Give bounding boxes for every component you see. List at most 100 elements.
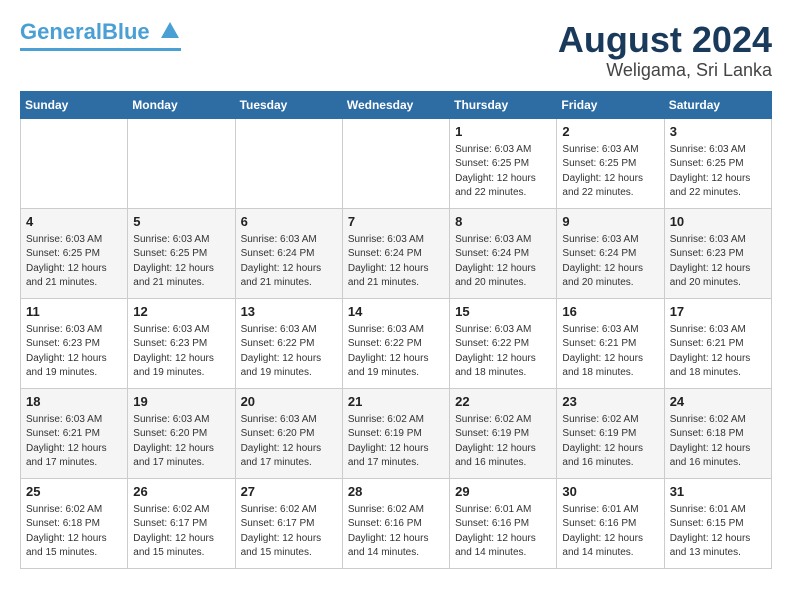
calendar-cell: 30 Sunrise: 6:01 AM Sunset: 6:16 PM Dayli… — [557, 478, 664, 568]
day-number: 19 — [133, 393, 229, 411]
day-number: 18 — [26, 393, 122, 411]
calendar-week-row: 4 Sunrise: 6:03 AM Sunset: 6:25 PM Daylig… — [21, 208, 772, 298]
day-number: 4 — [26, 213, 122, 231]
day-detail: Sunrise: 6:02 AM Sunset: 6:19 PM Dayligh… — [455, 413, 551, 471]
calendar-cell: 23 Sunrise: 6:02 AM Sunset: 6:19 PM Dayli… — [557, 388, 664, 478]
day-detail: Sunrise: 6:03 AM Sunset: 6:22 PM Dayligh… — [455, 323, 551, 381]
calendar-cell: 4 Sunrise: 6:03 AM Sunset: 6:25 PM Daylig… — [21, 208, 128, 298]
day-detail: Sunrise: 6:02 AM Sunset: 6:16 PM Dayligh… — [348, 503, 444, 561]
logo-icon — [159, 20, 181, 46]
day-detail: Sunrise: 6:02 AM Sunset: 6:17 PM Dayligh… — [133, 503, 229, 561]
day-detail: Sunrise: 6:03 AM Sunset: 6:24 PM Dayligh… — [562, 233, 658, 291]
calendar-cell: 11Sunrise: 6:03 AM Sunset: 6:23 PM Dayli… — [21, 298, 128, 388]
weekday-header: Monday — [128, 91, 235, 118]
day-detail: Sunrise: 6:03 AM Sunset: 6:23 PM Dayligh… — [670, 233, 766, 291]
calendar-cell: 25 Sunrise: 6:02 AM Sunset: 6:18 PM Dayli… — [21, 478, 128, 568]
day-detail: Sunrise: 6:03 AM Sunset: 6:24 PM Dayligh… — [241, 233, 337, 291]
calendar-cell — [342, 118, 449, 208]
day-detail: Sunrise: 6:03 AM Sunset: 6:22 PM Dayligh… — [348, 323, 444, 381]
day-number: 30 — [562, 483, 658, 501]
calendar-cell: 24 Sunrise: 6:02 AM Sunset: 6:18 PM Dayli… — [664, 388, 771, 478]
day-number: 8 — [455, 213, 551, 231]
calendar-cell: 10 Sunrise: 6:03 AM Sunset: 6:23 PM Dayli… — [664, 208, 771, 298]
day-number: 20 — [241, 393, 337, 411]
day-detail: Sunrise: 6:03 AM Sunset: 6:20 PM Dayligh… — [241, 413, 337, 471]
day-detail: Sunrise: 6:01 AM Sunset: 6:16 PM Dayligh… — [455, 503, 551, 561]
calendar-cell: 18 Sunrise: 6:03 AM Sunset: 6:21 PM Dayli… — [21, 388, 128, 478]
calendar-week-row: 25 Sunrise: 6:02 AM Sunset: 6:18 PM Dayli… — [21, 478, 772, 568]
calendar-cell: 15 Sunrise: 6:03 AM Sunset: 6:22 PM Dayli… — [450, 298, 557, 388]
day-detail: Sunrise: 6:03 AM Sunset: 6:22 PM Dayligh… — [241, 323, 337, 381]
calendar-cell: 28 Sunrise: 6:02 AM Sunset: 6:16 PM Dayli… — [342, 478, 449, 568]
day-detail: Sunrise: 6:03 AM Sunset: 6:21 PM Dayligh… — [26, 413, 122, 471]
day-detail: Sunrise: 6:01 AM Sunset: 6:16 PM Dayligh… — [562, 503, 658, 561]
day-detail: Sunrise: 6:03 AM Sunset: 6:25 PM Dayligh… — [670, 143, 766, 201]
day-number: 2 — [562, 123, 658, 141]
calendar-cell: 29 Sunrise: 6:01 AM Sunset: 6:16 PM Dayli… — [450, 478, 557, 568]
day-number: 7 — [348, 213, 444, 231]
calendar-week-row: 18 Sunrise: 6:03 AM Sunset: 6:21 PM Dayli… — [21, 388, 772, 478]
weekday-header: Sunday — [21, 91, 128, 118]
day-number: 21 — [348, 393, 444, 411]
calendar-cell — [128, 118, 235, 208]
day-number: 11 — [26, 303, 122, 321]
day-number: 16 — [562, 303, 658, 321]
day-number: 17 — [670, 303, 766, 321]
location-title: Weligama, Sri Lanka — [558, 60, 772, 81]
day-detail: Sunrise: 6:03 AM Sunset: 6:24 PM Dayligh… — [455, 233, 551, 291]
day-detail: Sunrise: 6:03 AM Sunset: 6:25 PM Dayligh… — [26, 233, 122, 291]
day-detail: Sunrise: 6:02 AM Sunset: 6:17 PM Dayligh… — [241, 503, 337, 561]
day-number: 3 — [670, 123, 766, 141]
day-detail: Sunrise: 6:03 AM Sunset: 6:24 PM Dayligh… — [348, 233, 444, 291]
day-detail: Sunrise: 6:03 AM Sunset: 6:23 PM Dayligh… — [133, 323, 229, 381]
day-number: 5 — [133, 213, 229, 231]
calendar-cell: 8 Sunrise: 6:03 AM Sunset: 6:24 PM Daylig… — [450, 208, 557, 298]
day-number: 10 — [670, 213, 766, 231]
weekday-header: Thursday — [450, 91, 557, 118]
day-detail: Sunrise: 6:02 AM Sunset: 6:19 PM Dayligh… — [562, 413, 658, 471]
day-detail: Sunrise: 6:03 AM Sunset: 6:25 PM Dayligh… — [133, 233, 229, 291]
day-number: 1 — [455, 123, 551, 141]
calendar-cell: 1 Sunrise: 6:03 AM Sunset: 6:25 PM Daylig… — [450, 118, 557, 208]
day-number: 28 — [348, 483, 444, 501]
day-number: 25 — [26, 483, 122, 501]
day-number: 27 — [241, 483, 337, 501]
day-detail: Sunrise: 6:02 AM Sunset: 6:19 PM Dayligh… — [348, 413, 444, 471]
calendar-cell: 13 Sunrise: 6:03 AM Sunset: 6:22 PM Dayli… — [235, 298, 342, 388]
calendar-cell: 22 Sunrise: 6:02 AM Sunset: 6:19 PM Dayli… — [450, 388, 557, 478]
weekday-header: Friday — [557, 91, 664, 118]
calendar-cell: 20 Sunrise: 6:03 AM Sunset: 6:20 PM Dayli… — [235, 388, 342, 478]
month-title: August 2024 — [558, 20, 772, 60]
logo-text: GeneralBlue — [20, 20, 181, 46]
page-header: GeneralBlue August 2024 Weligama, Sri La… — [20, 20, 772, 81]
day-detail: Sunrise: 6:02 AM Sunset: 6:18 PM Dayligh… — [26, 503, 122, 561]
weekday-header: Wednesday — [342, 91, 449, 118]
calendar-cell — [235, 118, 342, 208]
day-number: 15 — [455, 303, 551, 321]
day-detail: Sunrise: 6:01 AM Sunset: 6:15 PM Dayligh… — [670, 503, 766, 561]
calendar-table: SundayMondayTuesdayWednesdayThursdayFrid… — [20, 91, 772, 569]
day-number: 23 — [562, 393, 658, 411]
calendar-cell: 21 Sunrise: 6:02 AM Sunset: 6:19 PM Dayli… — [342, 388, 449, 478]
day-number: 24 — [670, 393, 766, 411]
title-block: August 2024 Weligama, Sri Lanka — [558, 20, 772, 81]
calendar-cell: 3 Sunrise: 6:03 AM Sunset: 6:25 PM Daylig… — [664, 118, 771, 208]
day-detail: Sunrise: 6:02 AM Sunset: 6:18 PM Dayligh… — [670, 413, 766, 471]
weekday-header-row: SundayMondayTuesdayWednesdayThursdayFrid… — [21, 91, 772, 118]
day-number: 12 — [133, 303, 229, 321]
day-detail: Sunrise: 6:03 AM Sunset: 6:21 PM Dayligh… — [670, 323, 766, 381]
logo-underline — [20, 48, 181, 51]
calendar-cell — [21, 118, 128, 208]
calendar-cell: 9Sunrise: 6:03 AM Sunset: 6:24 PM Daylig… — [557, 208, 664, 298]
calendar-cell: 7 Sunrise: 6:03 AM Sunset: 6:24 PM Daylig… — [342, 208, 449, 298]
day-number: 14 — [348, 303, 444, 321]
day-detail: Sunrise: 6:03 AM Sunset: 6:25 PM Dayligh… — [455, 143, 551, 201]
day-number: 22 — [455, 393, 551, 411]
calendar-cell: 16Sunrise: 6:03 AM Sunset: 6:21 PM Dayli… — [557, 298, 664, 388]
calendar-cell: 26Sunrise: 6:02 AM Sunset: 6:17 PM Dayli… — [128, 478, 235, 568]
logo-blue: Blue — [102, 19, 150, 44]
weekday-header: Saturday — [664, 91, 771, 118]
day-number: 29 — [455, 483, 551, 501]
day-number: 13 — [241, 303, 337, 321]
calendar-cell: 19Sunrise: 6:03 AM Sunset: 6:20 PM Dayli… — [128, 388, 235, 478]
